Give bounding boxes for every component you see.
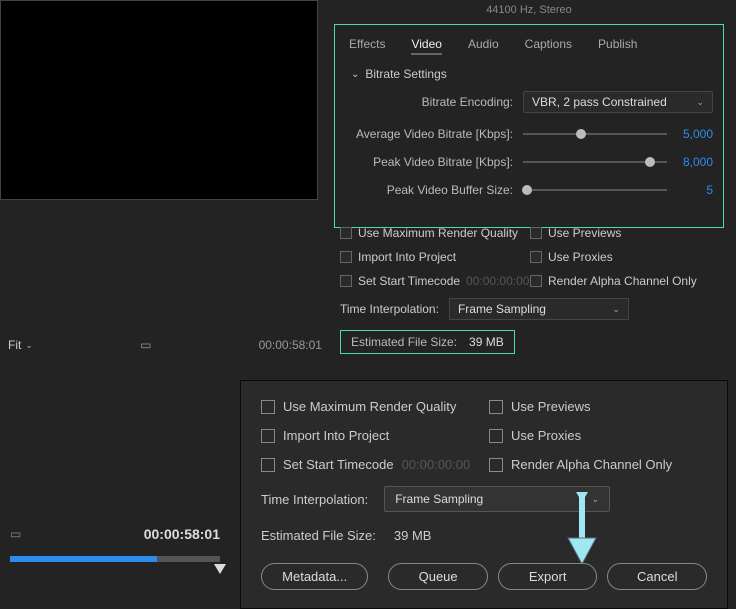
start-tc-checkbox[interactable]: [340, 275, 352, 287]
metadata-button[interactable]: Metadata...: [261, 563, 368, 590]
chevron-down-icon: ⌄: [612, 304, 620, 315]
start-tc-label: Set Start Timecode: [358, 274, 460, 288]
audio-summary: 44100 Hz, Stereo: [334, 0, 724, 20]
b-use-proxies-label: Use Proxies: [511, 428, 581, 443]
time-interp-value: Frame Sampling: [458, 302, 546, 316]
peak-bitrate-label: Peak Video Bitrate [Kbps]:: [345, 155, 523, 169]
timecode-display: 00:00:58:01: [144, 526, 220, 542]
b-max-render-checkbox[interactable]: [261, 400, 275, 414]
estimated-size-highlight: Estimated File Size: 39 MB: [340, 330, 515, 354]
chevron-down-icon: ⌄: [351, 69, 359, 80]
b-import-checkbox[interactable]: [261, 429, 275, 443]
bitrate-encoding-value: VBR, 2 pass Constrained: [532, 95, 667, 109]
playhead-icon: [214, 564, 226, 574]
tab-audio[interactable]: Audio: [468, 37, 499, 55]
b-alpha-checkbox[interactable]: [489, 458, 503, 472]
bitrate-highlight: Effects Video Audio Captions Publish ⌄ B…: [334, 24, 724, 228]
source-range-icon[interactable]: ▭: [140, 338, 151, 352]
export-button[interactable]: Export: [498, 563, 598, 590]
use-previews-label: Use Previews: [548, 226, 621, 240]
avg-bitrate-label: Average Video Bitrate [Kbps]:: [345, 127, 523, 141]
bitrate-section-label: Bitrate Settings: [365, 67, 446, 81]
tab-captions[interactable]: Captions: [525, 37, 572, 55]
b-use-previews-label: Use Previews: [511, 399, 590, 414]
b-start-tc-value: 00:00:00:00: [402, 457, 471, 472]
source-range-icon[interactable]: ▭: [10, 527, 21, 541]
b-max-render-label: Use Maximum Render Quality: [283, 399, 456, 414]
max-render-checkbox[interactable]: [340, 227, 352, 239]
tab-publish[interactable]: Publish: [598, 37, 637, 55]
peak-bitrate-slider[interactable]: [523, 161, 667, 163]
peak-buffer-value[interactable]: 5: [675, 183, 713, 197]
import-checkbox[interactable]: [340, 251, 352, 263]
fit-dropdown[interactable]: Fit ⌄: [8, 338, 33, 352]
b-time-interp-dropdown[interactable]: Frame Sampling ⌄: [384, 486, 610, 512]
b-import-label: Import Into Project: [283, 428, 389, 443]
export-tabs: Effects Video Audio Captions Publish: [345, 33, 713, 63]
tab-video[interactable]: Video: [411, 37, 441, 55]
bitrate-encoding-dropdown[interactable]: VBR, 2 pass Constrained ⌄: [523, 91, 713, 113]
time-interp-dropdown[interactable]: Frame Sampling ⌄: [449, 298, 629, 320]
import-label: Import Into Project: [358, 250, 456, 264]
timeline-scrubber[interactable]: [10, 556, 220, 562]
b-estimated-size-label: Estimated File Size:: [261, 528, 376, 543]
b-use-proxies-checkbox[interactable]: [489, 429, 503, 443]
use-proxies-label: Use Proxies: [548, 250, 613, 264]
chevron-down-icon: ⌄: [25, 340, 33, 351]
b-time-interp-label: Time Interpolation:: [261, 492, 368, 507]
cancel-button[interactable]: Cancel: [607, 563, 707, 590]
alpha-label: Render Alpha Channel Only: [548, 274, 697, 288]
b-estimated-size-value: 39 MB: [394, 528, 432, 543]
alpha-checkbox[interactable]: [530, 275, 542, 287]
fit-label: Fit: [8, 338, 21, 352]
b-time-interp-value: Frame Sampling: [395, 492, 483, 506]
timecode-out: 00:00:58:01: [259, 338, 322, 352]
chevron-down-icon: ⌄: [592, 494, 600, 505]
max-render-label: Use Maximum Render Quality: [358, 226, 518, 240]
use-proxies-checkbox[interactable]: [530, 251, 542, 263]
b-alpha-label: Render Alpha Channel Only: [511, 457, 672, 472]
avg-bitrate-slider[interactable]: [523, 133, 667, 135]
peak-bitrate-value[interactable]: 8,000: [675, 155, 713, 169]
peak-buffer-slider[interactable]: [523, 189, 667, 191]
use-previews-checkbox[interactable]: [530, 227, 542, 239]
time-interp-label: Time Interpolation:: [340, 302, 439, 316]
b-start-tc-checkbox[interactable]: [261, 458, 275, 472]
estimated-size-label: Estimated File Size:: [351, 335, 457, 349]
start-tc-value: 00:00:00:00: [466, 274, 529, 288]
estimated-size-value: 39 MB: [469, 335, 504, 349]
queue-button[interactable]: Queue: [388, 563, 488, 590]
tab-effects[interactable]: Effects: [349, 37, 385, 55]
avg-bitrate-value[interactable]: 5,000: [675, 127, 713, 141]
video-preview: [0, 0, 318, 200]
chevron-down-icon: ⌄: [696, 97, 704, 108]
peak-buffer-label: Peak Video Buffer Size:: [345, 183, 523, 197]
bitrate-encoding-label: Bitrate Encoding:: [345, 95, 523, 109]
b-start-tc-label: Set Start Timecode: [283, 457, 394, 472]
bitrate-section-header[interactable]: ⌄ Bitrate Settings: [345, 63, 713, 91]
b-use-previews-checkbox[interactable]: [489, 400, 503, 414]
export-dialog: Use Maximum Render Quality Use Previews …: [240, 380, 728, 609]
